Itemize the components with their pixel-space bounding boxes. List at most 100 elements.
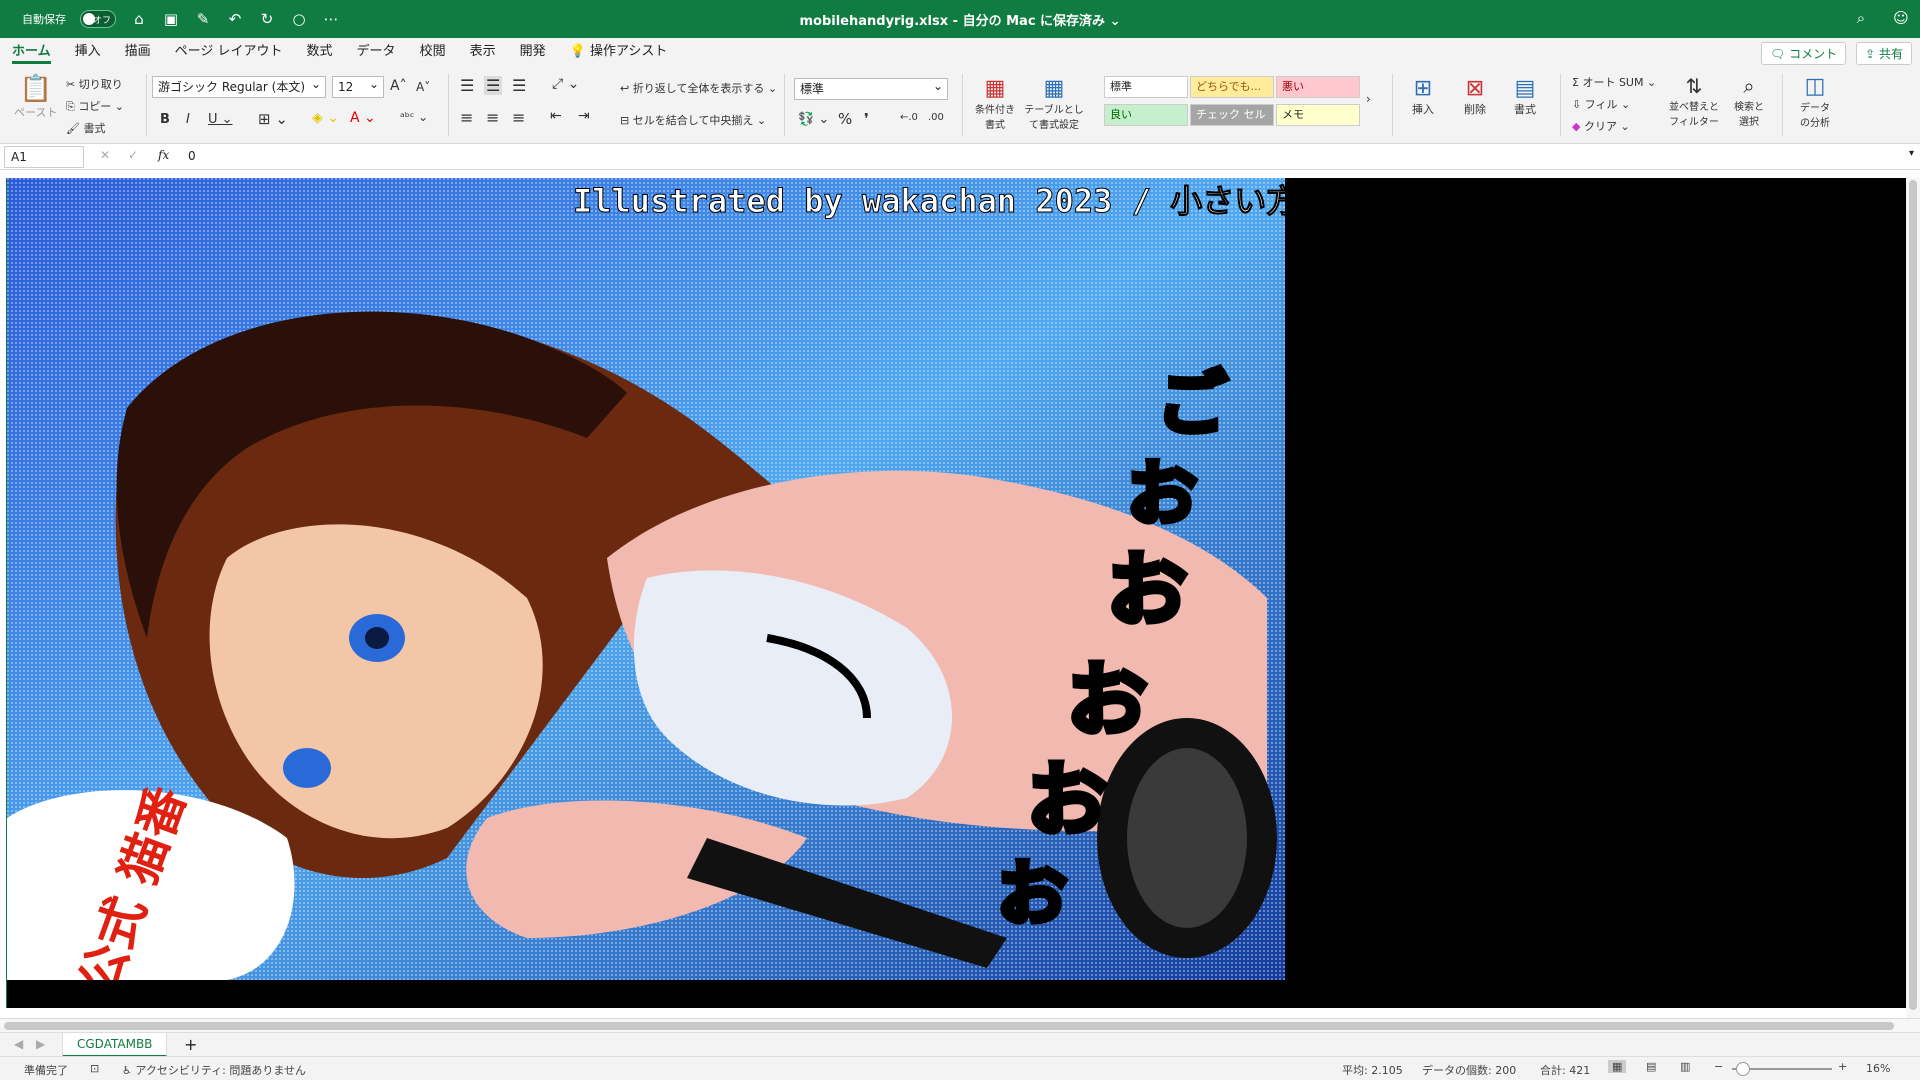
save-icon[interactable]: ▣ bbox=[162, 10, 180, 28]
style-normal[interactable]: 標準 bbox=[1104, 76, 1188, 98]
underline-button[interactable]: U ⌄ bbox=[208, 112, 233, 127]
status-bar: 準備完了 ⊡ ♿ アクセシビリティ: 問題ありません 平均: 2.105 データ… bbox=[0, 1056, 1920, 1080]
title-chevron-icon[interactable]: ⌄ bbox=[1110, 14, 1121, 29]
redo-icon[interactable]: ↻ bbox=[258, 10, 276, 28]
fx-icon[interactable]: fx bbox=[158, 148, 169, 162]
horizontal-scrollbar[interactable] bbox=[0, 1018, 1920, 1032]
clear-button[interactable]: ◆ クリア ⌄ bbox=[1572, 118, 1630, 134]
normal-view-icon[interactable]: ▦ bbox=[1608, 1060, 1627, 1073]
cell-area[interactable]: ご お お お お お 公式 猫番 Illustrated by wakacha… bbox=[6, 178, 1906, 1008]
phonetic-icon[interactable]: ᵃᵇᶜ ⌄ bbox=[400, 110, 428, 124]
save-as-icon[interactable]: ✎ bbox=[194, 10, 212, 28]
share-button[interactable]: ⇪ 共有 bbox=[1856, 42, 1912, 65]
analyze-label-1: データ bbox=[1800, 103, 1830, 114]
analyze-data-button[interactable]: ◫ データ の分析 bbox=[1792, 74, 1838, 129]
decimal-decrease-icon[interactable]: .00 bbox=[928, 112, 944, 123]
paste-button[interactable]: 📋 ペースト bbox=[14, 74, 57, 120]
name-box[interactable]: A1 bbox=[4, 146, 84, 168]
page-layout-view-icon[interactable]: ▤ bbox=[1646, 1060, 1656, 1073]
wrap-text-button[interactable]: ↩ 折り返して全体を表示する ⌄ bbox=[620, 80, 777, 96]
zoom-out-icon[interactable]: − bbox=[1714, 1060, 1723, 1073]
bold-button[interactable]: B bbox=[160, 112, 170, 127]
style-bad[interactable]: 悪い bbox=[1276, 76, 1360, 98]
comment-button[interactable]: 🗨 コメント bbox=[1761, 42, 1847, 65]
undo-icon[interactable]: ↶ bbox=[226, 10, 244, 28]
accessibility-status[interactable]: ♿ アクセシビリティ: 問題ありません bbox=[122, 1062, 306, 1078]
decimal-increase-icon[interactable]: ←.0 bbox=[900, 112, 918, 123]
tab-home[interactable]: ホーム bbox=[0, 38, 63, 66]
formula-expand-icon[interactable]: ▾ bbox=[1909, 148, 1914, 159]
format-as-table-button[interactable]: ▦ テーブルとし て書式設定 bbox=[1024, 76, 1084, 131]
tab-formulas[interactable]: 数式 bbox=[295, 38, 345, 66]
comma-icon[interactable]: ❜ bbox=[864, 110, 869, 128]
styles-more-icon[interactable]: › bbox=[1366, 92, 1371, 106]
borders-icon[interactable]: ⊞ ⌄ bbox=[258, 110, 288, 128]
align-middle-icon[interactable]: ☰ bbox=[484, 76, 503, 95]
tab-page-layout[interactable]: ページ レイアウト bbox=[163, 38, 295, 66]
orientation-icon[interactable]: ⤢ ⌄ bbox=[552, 76, 579, 92]
sheet-tab-cgdatambb[interactable]: CGDATAMBB bbox=[62, 1033, 168, 1057]
autosum-button[interactable]: Σ オート SUM ⌄ bbox=[1572, 74, 1656, 90]
fill-button[interactable]: ⇩ フィル ⌄ bbox=[1572, 96, 1630, 112]
format-cells-button[interactable]: ▤ 書式 bbox=[1502, 76, 1548, 117]
style-note[interactable]: メモ bbox=[1276, 104, 1360, 126]
font-shrink-icon[interactable]: A˅ bbox=[416, 80, 430, 94]
indent-increase-icon[interactable]: ⇥ bbox=[578, 108, 590, 124]
vertical-scroll-thumb[interactable] bbox=[1909, 180, 1917, 1010]
tab-review[interactable]: 校閲 bbox=[408, 38, 458, 66]
align-top-icon[interactable]: ☰ bbox=[460, 76, 474, 95]
zoom-level[interactable]: 16% bbox=[1866, 1062, 1890, 1075]
person-icon[interactable]: ☺ bbox=[1892, 9, 1910, 27]
fill-color-icon[interactable]: ◈ ⌄ bbox=[312, 110, 339, 126]
font-size-select[interactable]: 12 bbox=[332, 74, 384, 98]
confirm-icon[interactable]: ✓ bbox=[128, 148, 138, 162]
cut-button[interactable]: ✂ 切り取り bbox=[66, 76, 123, 92]
zoom-slider-thumb[interactable] bbox=[1736, 1062, 1750, 1076]
horizontal-scroll-thumb[interactable] bbox=[4, 1022, 1894, 1030]
style-neutral[interactable]: どちらでも... bbox=[1190, 76, 1274, 98]
align-center-icon[interactable]: ≡ bbox=[486, 108, 499, 127]
delete-cells-button[interactable]: ⊠ 削除 bbox=[1452, 76, 1498, 117]
tab-data[interactable]: データ bbox=[345, 38, 408, 66]
search-icon[interactable]: ⌕ bbox=[1852, 9, 1870, 27]
currency-icon[interactable]: 💱 ⌄ bbox=[798, 112, 829, 127]
style-check-cell[interactable]: チェック セル bbox=[1190, 104, 1274, 126]
conditional-format-button[interactable]: ▦ 条件付き 書式 bbox=[970, 76, 1020, 131]
italic-button[interactable]: I bbox=[186, 112, 190, 127]
page-break-view-icon[interactable]: ▥ bbox=[1680, 1060, 1690, 1073]
copy-button[interactable]: ⎘ コピー ⌄ bbox=[66, 98, 124, 114]
next-sheet-icon[interactable]: ▶ bbox=[36, 1037, 45, 1051]
circle-icon[interactable]: ○ bbox=[290, 10, 308, 28]
zoom-in-icon[interactable]: + bbox=[1838, 1060, 1847, 1073]
percent-icon[interactable]: % bbox=[838, 110, 852, 128]
add-sheet-icon[interactable]: + bbox=[184, 1035, 197, 1054]
align-left-icon[interactable]: ≡ bbox=[460, 108, 473, 127]
vertical-scrollbar[interactable] bbox=[1906, 178, 1920, 1018]
number-format-select[interactable]: 標準 bbox=[794, 76, 948, 100]
tab-view[interactable]: 表示 bbox=[458, 38, 508, 66]
prev-sheet-icon[interactable]: ◀ bbox=[14, 1037, 23, 1051]
font-grow-icon[interactable]: A˄ bbox=[390, 78, 407, 94]
merge-center-button[interactable]: ⊟ セルを結合して中央揃え ⌄ bbox=[620, 112, 766, 128]
font-color-icon[interactable]: A ⌄ bbox=[350, 110, 376, 126]
cancel-icon[interactable]: ✕ bbox=[100, 148, 110, 162]
worksheet-grid[interactable]: ご お お お お お 公式 猫番 Illustrated by wakacha… bbox=[0, 170, 1920, 1018]
more-icon[interactable]: ⋯ bbox=[322, 10, 340, 28]
formula-input[interactable]: 0 bbox=[188, 149, 196, 163]
tab-developer[interactable]: 開発 bbox=[508, 38, 558, 66]
insert-cells-button[interactable]: ⊞ 挿入 bbox=[1400, 76, 1446, 117]
align-bottom-icon[interactable]: ☰ bbox=[512, 76, 526, 95]
indent-decrease-icon[interactable]: ⇤ bbox=[550, 108, 562, 124]
align-right-icon[interactable]: ≡ bbox=[512, 108, 525, 127]
tab-insert[interactable]: 挿入 bbox=[63, 38, 113, 66]
font-name-select[interactable]: 游ゴシック Regular (本文) bbox=[152, 74, 326, 98]
sort-filter-button[interactable]: ⇅ 並べ替えと フィルター bbox=[1666, 74, 1722, 128]
find-select-button[interactable]: ⌕ 検索と 選択 bbox=[1726, 74, 1772, 128]
home-icon[interactable]: ⌂ bbox=[130, 10, 148, 28]
tab-assist[interactable]: 💡 操作アシスト bbox=[558, 38, 680, 66]
tab-draw[interactable]: 描画 bbox=[113, 38, 163, 66]
format-painter-button[interactable]: 🖌 書式 bbox=[66, 120, 105, 136]
style-good[interactable]: 良い bbox=[1104, 104, 1188, 126]
autosave-toggle[interactable]: オフ bbox=[80, 10, 116, 28]
macro-record-icon[interactable]: ⊡ bbox=[90, 1062, 99, 1075]
